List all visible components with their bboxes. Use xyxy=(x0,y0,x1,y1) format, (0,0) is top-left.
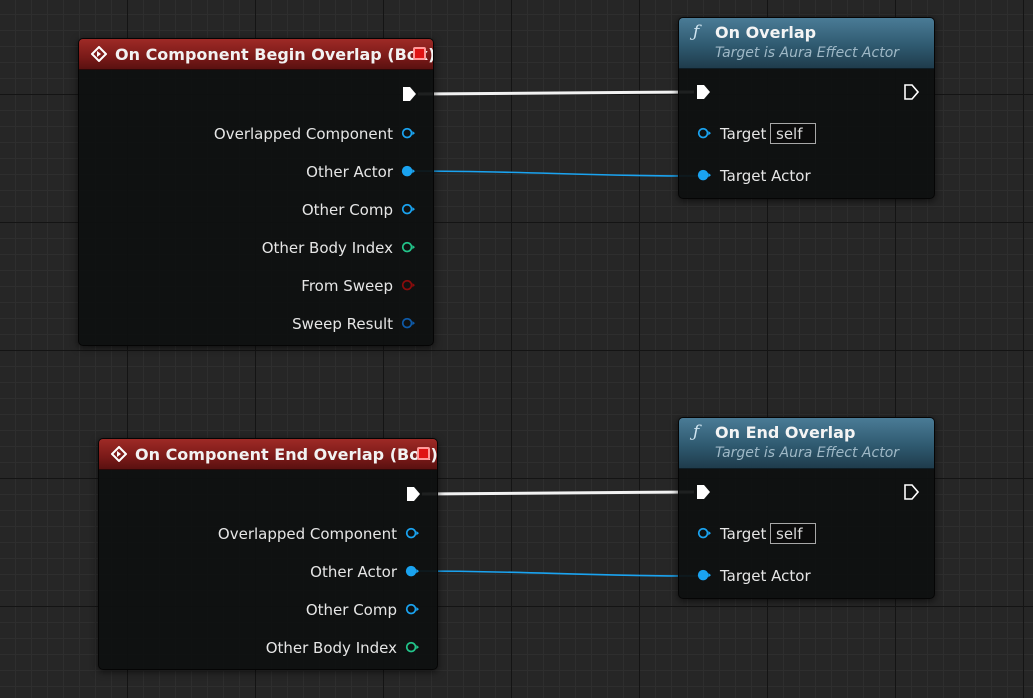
exec-in-pin[interactable] xyxy=(695,84,711,100)
function-subtitle: Target is Aura Effect Actor xyxy=(715,445,900,461)
event-node-header[interactable]: On Component Begin Overlap (Box) xyxy=(79,39,433,70)
event-node-header[interactable]: On Component End Overlap (Box) xyxy=(99,439,437,470)
event-diamond-icon xyxy=(91,46,107,62)
target-object-pin-icon[interactable] xyxy=(695,527,713,541)
begin-overlap-event-node[interactable]: On Component Begin Overlap (Box) Overlap… xyxy=(78,38,434,346)
object-pin-icon[interactable] xyxy=(399,203,417,217)
pin-label-overlapped-component: Overlapped Component xyxy=(217,525,397,543)
target-self-field[interactable]: self xyxy=(770,523,816,544)
object-pin-icon[interactable] xyxy=(399,165,417,179)
other-actor-wire-end-overlap xyxy=(415,570,699,577)
exec-out-pin[interactable] xyxy=(903,84,919,100)
exec-wire-begin-overlap xyxy=(417,90,695,96)
pin-label-target-actor: Target Actor xyxy=(720,167,811,185)
target-self-field[interactable]: self xyxy=(770,123,816,144)
function-subtitle: Target is Aura Effect Actor xyxy=(715,45,900,61)
event-stop-icon xyxy=(417,447,430,460)
event-diamond-icon xyxy=(111,446,127,462)
object-pin-icon[interactable] xyxy=(399,127,417,141)
pin-label-target-actor: Target Actor xyxy=(720,567,811,585)
pin-label-target: Target xyxy=(720,125,767,143)
pin-label-target: Target xyxy=(720,525,767,543)
function-node-header[interactable]: ƒ On End Overlap Target is Aura Effect A… xyxy=(679,418,934,469)
pin-label-other-comp: Other Comp xyxy=(305,601,397,619)
function-f-icon: ƒ xyxy=(693,422,700,442)
function-title: On End Overlap xyxy=(715,423,856,442)
event-stop-icon xyxy=(413,47,426,60)
pin-label-overlapped-component: Overlapped Component xyxy=(213,125,393,143)
boolean-pin-icon[interactable] xyxy=(399,279,417,293)
object-pin-icon[interactable] xyxy=(403,565,421,579)
exec-wire-end-overlap xyxy=(421,490,695,496)
pin-label-other-actor: Other Actor xyxy=(306,163,393,181)
exec-in-pin[interactable] xyxy=(695,484,711,500)
target-actor-pin-icon[interactable] xyxy=(695,169,713,183)
exec-out-pin[interactable] xyxy=(401,86,417,102)
target-actor-pin-icon[interactable] xyxy=(695,569,713,583)
integer-pin-icon[interactable] xyxy=(399,241,417,255)
pin-label-other-body-index: Other Body Index xyxy=(265,639,397,657)
on-end-overlap-function-node[interactable]: ƒ On End Overlap Target is Aura Effect A… xyxy=(678,417,935,599)
event-title: On Component Begin Overlap (Box) xyxy=(115,45,434,64)
exec-out-pin[interactable] xyxy=(405,486,421,502)
pin-label-other-body-index: Other Body Index xyxy=(261,239,393,257)
target-object-pin-icon[interactable] xyxy=(695,127,713,141)
other-actor-wire-begin-overlap xyxy=(411,170,699,177)
struct-pin-icon[interactable] xyxy=(399,317,417,331)
exec-out-pin[interactable] xyxy=(903,484,919,500)
pin-label-other-comp: Other Comp xyxy=(301,201,393,219)
object-pin-icon[interactable] xyxy=(403,603,421,617)
event-title: On Component End Overlap (Box) xyxy=(135,445,438,464)
integer-pin-icon[interactable] xyxy=(403,641,421,655)
pin-label-sweep-result: Sweep Result xyxy=(292,315,393,333)
end-overlap-event-node[interactable]: On Component End Overlap (Box) Overlappe… xyxy=(98,438,438,670)
pin-label-from-sweep: From Sweep xyxy=(301,277,393,295)
function-node-header[interactable]: ƒ On Overlap Target is Aura Effect Actor xyxy=(679,18,934,69)
function-title: On Overlap xyxy=(715,23,817,42)
object-pin-icon[interactable] xyxy=(403,527,421,541)
pin-label-other-actor: Other Actor xyxy=(310,563,397,581)
function-f-icon: ƒ xyxy=(693,22,700,42)
on-overlap-function-node[interactable]: ƒ On Overlap Target is Aura Effect Actor… xyxy=(678,17,935,199)
